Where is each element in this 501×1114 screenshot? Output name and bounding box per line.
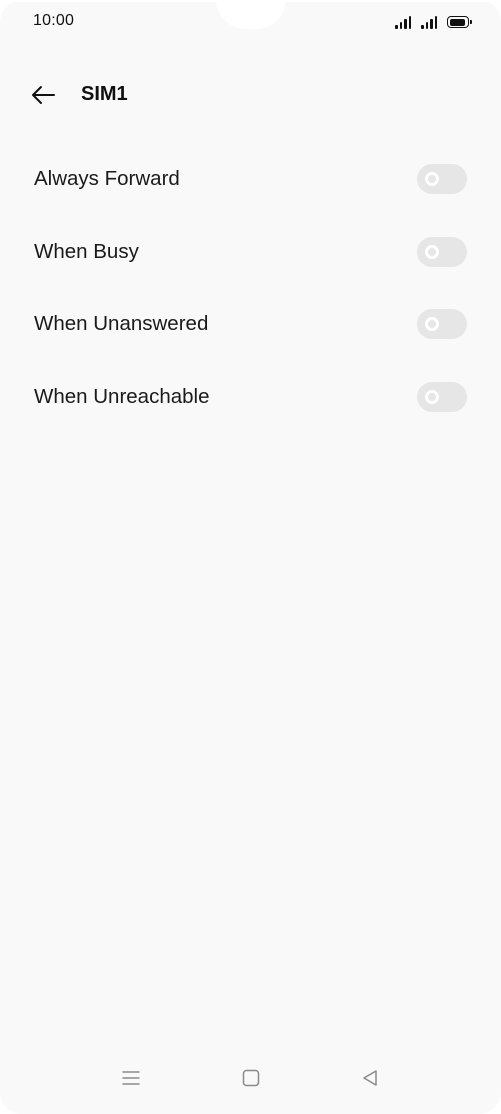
back-button[interactable] bbox=[26, 78, 60, 112]
setting-row-when-unreachable[interactable]: When Unreachable bbox=[0, 361, 501, 434]
phone-screen: 10:00 SIM1 Always Forward When Busy When… bbox=[0, 0, 501, 1114]
setting-row-always-forward[interactable]: Always Forward bbox=[0, 143, 501, 216]
status-bar: 10:00 bbox=[0, 0, 501, 44]
battery-icon bbox=[447, 16, 472, 28]
when-unanswered-toggle[interactable] bbox=[417, 309, 467, 339]
status-icons bbox=[395, 13, 472, 29]
when-unreachable-toggle[interactable] bbox=[417, 381, 467, 412]
menu-button[interactable] bbox=[111, 1058, 151, 1098]
always-forward-toggle[interactable] bbox=[417, 164, 467, 194]
app-header: SIM1 bbox=[0, 72, 501, 116]
setting-label: When Busy bbox=[34, 239, 139, 263]
signal-sim2-icon bbox=[421, 15, 437, 29]
setting-label: When Unanswered bbox=[34, 312, 209, 335]
setting-label: Always Forward bbox=[34, 167, 180, 190]
page-title: SIM1 bbox=[81, 83, 128, 105]
menu-icon bbox=[122, 1071, 140, 1085]
back-triangle-icon bbox=[363, 1070, 377, 1086]
signal-sim1-icon bbox=[395, 15, 411, 29]
arrow-left-icon bbox=[32, 86, 55, 104]
setting-row-when-busy[interactable]: When Busy bbox=[0, 216, 501, 289]
setting-label: When Unreachable bbox=[34, 384, 210, 408]
forwarding-settings-list: Always Forward When Busy When Unanswered… bbox=[0, 143, 501, 433]
navigation-bar bbox=[0, 1050, 501, 1114]
setting-row-when-unanswered[interactable]: When Unanswered bbox=[0, 288, 501, 361]
home-button[interactable] bbox=[231, 1058, 271, 1098]
status-time: 10:00 bbox=[33, 12, 75, 29]
home-square-icon bbox=[242, 1069, 260, 1087]
back-nav-button[interactable] bbox=[350, 1058, 390, 1098]
when-busy-toggle[interactable] bbox=[417, 236, 467, 267]
